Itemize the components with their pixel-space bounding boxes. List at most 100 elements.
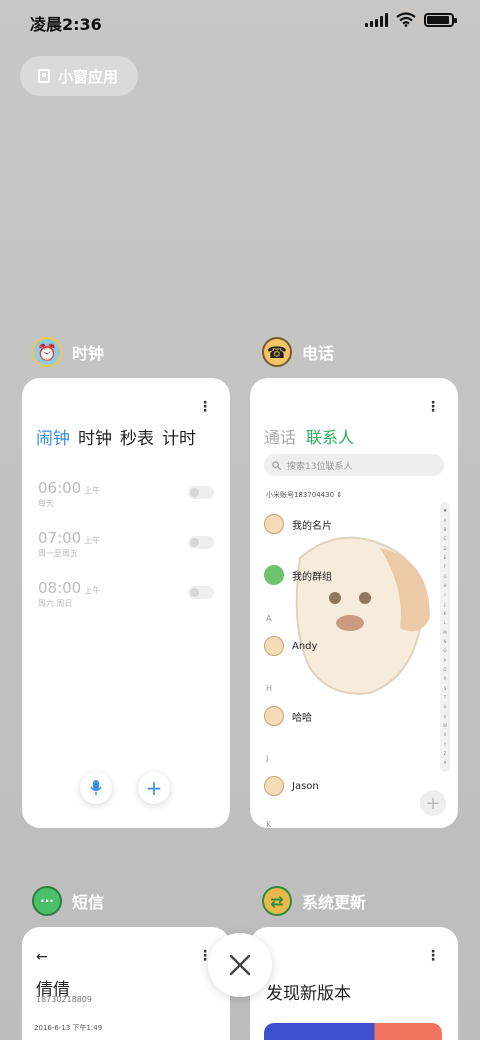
index-letter[interactable]: V	[444, 714, 447, 719]
my-groups-label: 我的群组	[292, 571, 332, 583]
my-card-label: 我的名片	[292, 520, 332, 532]
clock-app-card[interactable]: ⋮ 闹钟 时钟 秒表 计时 06:00 上午 每天 07:00 上午 周一至周五 0…	[22, 378, 230, 828]
avatar	[264, 776, 284, 796]
tab-calls[interactable]: 通话	[264, 424, 296, 448]
alarm-time: 06:00	[38, 479, 82, 497]
alarm-repeat: 每天	[38, 499, 54, 508]
sms-contact-number: 18730218809	[36, 995, 92, 1004]
back-arrow-icon[interactable]: ←	[36, 949, 48, 965]
account-label: 小米账号183704430	[266, 491, 335, 499]
index-letter[interactable]: W	[443, 723, 447, 728]
index-letter[interactable]: L	[444, 620, 446, 625]
index-letter[interactable]: S	[444, 686, 447, 691]
index-letter[interactable]: G	[443, 574, 446, 579]
index-letter[interactable]: B	[444, 527, 447, 532]
signal-icon	[365, 12, 388, 27]
index-letter[interactable]: H	[443, 583, 446, 588]
voice-alarm-button[interactable]	[80, 772, 112, 804]
my-groups-item[interactable]: 我的群组	[264, 565, 332, 585]
update-app-header[interactable]: ⇄ 系统更新	[262, 886, 366, 916]
contact-item[interactable]: Andy	[264, 636, 317, 656]
more-options-icon[interactable]: ⋮	[426, 400, 440, 414]
more-options-icon[interactable]: ⋮	[198, 400, 212, 414]
alarm-ampm: 上午	[84, 486, 101, 495]
section-letter: A	[266, 614, 272, 623]
index-letter[interactable]: R	[444, 676, 447, 681]
update-app-icon: ⇄	[262, 886, 292, 916]
index-letter[interactable]: C	[444, 536, 447, 541]
sms-app-header[interactable]: ··· 短信	[32, 886, 104, 916]
small-window-label: 小窗应用	[58, 67, 119, 86]
close-icon	[229, 954, 251, 976]
phone-app-icon: ☎	[262, 337, 292, 367]
alphabet-index-scrollbar[interactable]: ♥ A B C D E F G H I J K L M N O P Q R S T U V W X Y Z #	[440, 502, 450, 772]
index-letter[interactable]: T	[444, 695, 446, 700]
index-letter[interactable]: O	[443, 648, 446, 653]
alarm-repeat: 周一至周五	[38, 549, 78, 558]
account-selector[interactable]: 小米账号183704430 ⇕	[266, 490, 342, 500]
alarm-time: 07:00	[38, 529, 82, 547]
sms-app-icon: ···	[32, 886, 62, 916]
update-app-name: 系统更新	[302, 893, 367, 912]
index-letter[interactable]: D	[443, 546, 446, 551]
status-icons	[365, 12, 457, 27]
search-placeholder: 搜索13位联系人	[287, 461, 353, 472]
update-title: 发现新版本	[266, 984, 351, 1004]
index-letter[interactable]: I	[444, 592, 445, 597]
alarm-toggle[interactable]	[188, 586, 214, 599]
clock-app-name: 时钟	[72, 344, 105, 363]
alarm-toggle[interactable]	[188, 536, 214, 549]
contact-search-input[interactable]: 搜索13位联系人	[264, 454, 444, 476]
update-banner	[264, 1023, 442, 1040]
plus-icon: +	[145, 776, 163, 800]
index-letter[interactable]: Z	[444, 751, 447, 756]
contact-item[interactable]: 哈哈	[264, 706, 312, 726]
clock-app-icon: ⏰	[32, 337, 62, 367]
phone-app-card[interactable]: ⋮ 通话 联系人 搜索13位联系人 小米账号183704430 ⇕ 我的名片 我…	[250, 378, 458, 828]
alarm-time: 08:00	[38, 579, 82, 597]
index-letter[interactable]: X	[444, 732, 447, 737]
section-letter: J	[266, 754, 269, 763]
index-letter[interactable]: A	[444, 518, 447, 523]
index-letter[interactable]: ♥	[443, 508, 447, 513]
index-letter[interactable]: P	[444, 658, 446, 663]
more-options-icon[interactable]: ⋮	[426, 949, 440, 963]
sms-app-card[interactable]: ← ⋮ 倩倩 18730218809 2016-6-13 下午1:49	[22, 927, 230, 1040]
index-letter[interactable]: N	[444, 639, 447, 644]
contact-item[interactable]: Jason	[264, 776, 319, 796]
avatar	[264, 706, 284, 726]
status-bar: 凌晨2:36	[0, 0, 480, 40]
tab-timer[interactable]: 计时	[162, 424, 196, 449]
my-card-item[interactable]: 我的名片	[264, 514, 332, 534]
avatar	[264, 514, 284, 534]
cartoon-dog-illustration	[295, 536, 430, 695]
index-letter[interactable]: U	[444, 704, 447, 709]
tab-clock[interactable]: 时钟	[78, 424, 112, 449]
tab-alarm[interactable]: 闹钟	[36, 424, 70, 449]
index-letter[interactable]: J	[444, 602, 445, 607]
plus-icon: +	[425, 792, 441, 814]
alarm-toggle[interactable]	[188, 486, 214, 499]
add-contact-button[interactable]: +	[420, 790, 446, 816]
status-time: 凌晨2:36	[30, 15, 102, 34]
chevron-updown-icon: ⇕	[336, 491, 343, 499]
update-app-card[interactable]: ⋮ 发现新版本	[250, 927, 458, 1040]
close-all-button[interactable]	[208, 933, 272, 997]
tab-stopwatch[interactable]: 秒表	[120, 424, 154, 449]
index-letter[interactable]: #	[443, 760, 446, 765]
index-letter[interactable]: K	[444, 611, 447, 616]
contact-name: Jason	[292, 780, 319, 792]
tab-contacts[interactable]: 联系人	[306, 424, 354, 448]
add-alarm-button[interactable]: +	[138, 772, 170, 804]
phone-app-name: 电话	[302, 344, 335, 363]
index-letter[interactable]: F	[444, 564, 446, 569]
index-letter[interactable]: E	[444, 555, 447, 560]
index-letter[interactable]: Y	[444, 742, 446, 747]
clock-app-header[interactable]: ⏰ 时钟	[32, 337, 104, 367]
phone-app-header[interactable]: ☎ 电话	[262, 337, 334, 367]
alarm-ampm: 上午	[84, 536, 101, 545]
index-letter[interactable]: Q	[443, 667, 446, 672]
index-letter[interactable]: M	[443, 630, 446, 635]
small-window-apps-button[interactable]: 小窗应用	[20, 56, 138, 96]
alarm-repeat: 周六 周日	[38, 599, 73, 608]
